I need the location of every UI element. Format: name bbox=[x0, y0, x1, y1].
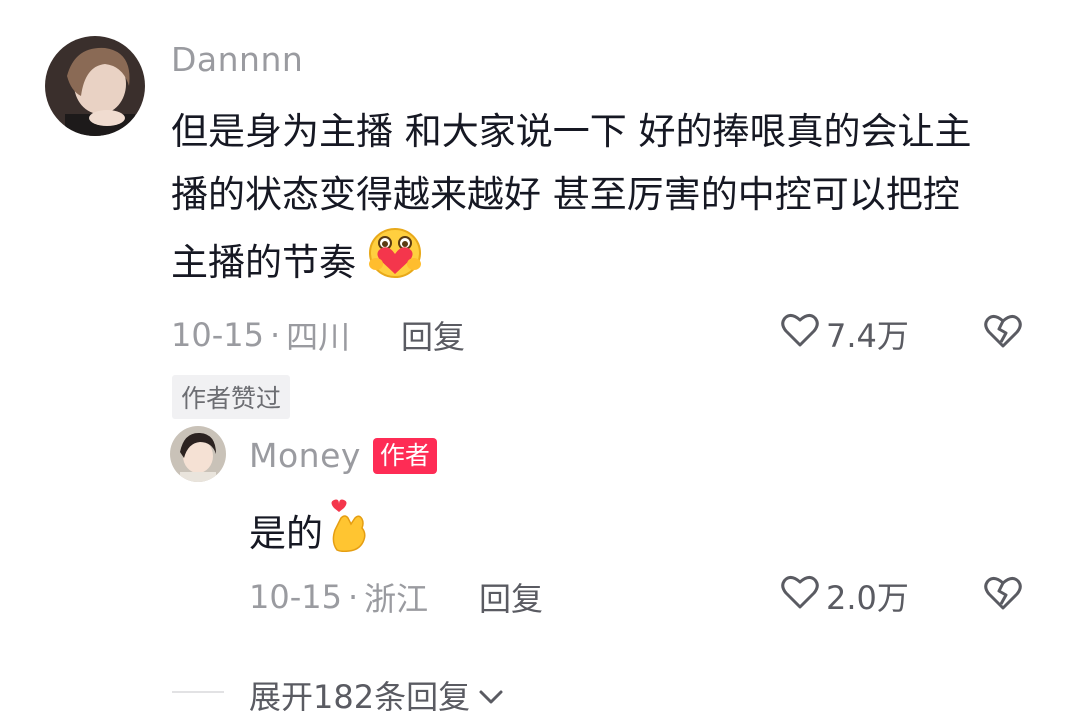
reply-meta: 10-15 · 浙江 bbox=[249, 574, 428, 620]
reply-dislike-button[interactable] bbox=[983, 574, 1023, 616]
reply-like-count: 2.0万 bbox=[826, 579, 909, 617]
author-liked-badge: 作者赞过 bbox=[172, 375, 291, 419]
reply-text-content: 是的 bbox=[249, 512, 323, 555]
dislike-button[interactable] bbox=[983, 312, 1023, 354]
comment-text-line: 播的状态变得越来越好 甚至厉害的中控可以把控 bbox=[171, 173, 960, 216]
expand-replies-button[interactable]: 展开182条回复 bbox=[249, 672, 504, 718]
finger-heart-emoji bbox=[329, 496, 369, 571]
reply-button[interactable]: 回复 bbox=[401, 312, 465, 358]
comment-username[interactable]: Dannnn bbox=[171, 40, 303, 79]
user-avatar[interactable] bbox=[45, 36, 145, 136]
expand-replies-label: 展开182条回复 bbox=[249, 678, 471, 716]
expand-divider bbox=[172, 691, 224, 693]
reply-like-button[interactable]: 2.0万 bbox=[780, 573, 909, 619]
broken-heart-icon bbox=[983, 574, 1023, 616]
reply-location: 浙江 bbox=[364, 580, 429, 618]
comment-location: 四川 bbox=[286, 318, 351, 356]
like-button[interactable]: 7.4万 bbox=[780, 311, 909, 357]
comment-text-line3: 主播的节奏 bbox=[171, 241, 356, 284]
like-count: 7.4万 bbox=[826, 317, 909, 355]
hugging-heart-emoji bbox=[366, 226, 424, 299]
comment-text-line: 主播的节奏 bbox=[171, 226, 1051, 299]
comment-text: 但是身为主播 和大家说一下 好的捧哏真的会让主 播的状态变得越来越好 甚至厉害的… bbox=[171, 100, 1051, 299]
comment-text-line: 但是身为主播 和大家说一下 好的捧哏真的会让主 bbox=[171, 110, 972, 153]
heart-outline-icon bbox=[780, 311, 820, 357]
reply-header: Money 作者 bbox=[249, 436, 437, 475]
author-badge: 作者 bbox=[372, 437, 437, 474]
broken-heart-icon bbox=[983, 312, 1023, 354]
reply-date: 10-15 bbox=[249, 578, 342, 616]
comment-date: 10-15 bbox=[171, 316, 264, 354]
reply-avatar[interactable] bbox=[170, 426, 226, 482]
heart-outline-icon bbox=[780, 573, 820, 619]
chevron-down-icon bbox=[478, 676, 504, 714]
comment-meta: 10-15 · 四川 bbox=[171, 312, 350, 358]
reply-reply-button[interactable]: 回复 bbox=[479, 574, 543, 620]
meta-separator: · bbox=[347, 578, 359, 616]
meta-separator: · bbox=[269, 316, 281, 354]
reply-username[interactable]: Money bbox=[249, 436, 361, 475]
reply-text: 是的 bbox=[249, 496, 369, 571]
